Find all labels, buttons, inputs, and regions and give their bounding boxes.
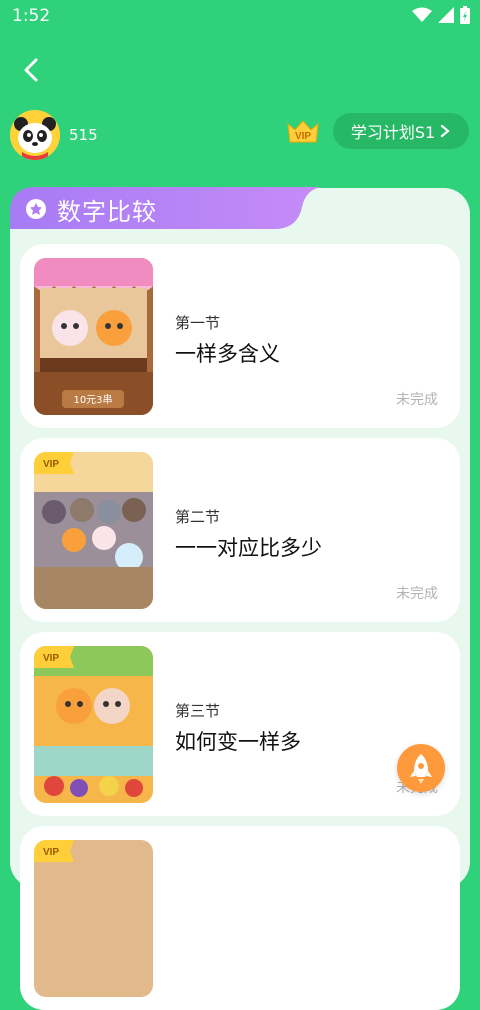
price-sign-text: 10元3串 <box>73 394 112 406</box>
lesson-thumbnail-1: 10元3串 <box>34 258 153 415</box>
lesson-card-3[interactable]: VIP 第三节 如何变一样多 未完成 <box>20 632 460 816</box>
lesson-card-4[interactable]: VIP <box>20 826 460 1010</box>
lesson-thumbnail-3: VIP <box>34 646 153 803</box>
badge-icon <box>26 199 46 219</box>
lesson-section: 第一节 <box>175 314 221 332</box>
lesson-card-2[interactable]: VIP 第二节 一一对应比多少 未完成 <box>20 438 460 622</box>
signal-icon <box>438 7 454 23</box>
vip-crown-icon[interactable]: VIP <box>286 118 320 146</box>
vip-tag-icon: VIP <box>34 840 74 862</box>
status-bar: 1:52 <box>0 0 480 32</box>
lesson-status: 未完成 <box>396 586 438 602</box>
score-value: 515 <box>69 126 98 144</box>
chevron-right-icon <box>441 124 450 138</box>
battery-icon <box>460 6 470 24</box>
vip-tag-icon: VIP <box>34 452 74 474</box>
lesson-section: 第二节 <box>175 508 221 526</box>
vip-tag-label: VIP <box>43 459 59 470</box>
lesson-title: 一样多含义 <box>175 342 280 366</box>
back-arrow-icon[interactable] <box>18 56 46 84</box>
lesson-section: 第三节 <box>175 702 221 720</box>
status-icons <box>412 6 470 24</box>
wifi-icon <box>412 7 432 22</box>
vip-tag-icon: VIP <box>34 646 74 668</box>
panda-avatar-icon <box>10 110 60 160</box>
vip-tag-label: VIP <box>43 653 59 664</box>
lesson-title: 如何变一样多 <box>175 730 301 754</box>
lesson-card-1[interactable]: 10元3串 第一节 一样多含义 未完成 <box>20 244 460 428</box>
rocket-icon <box>410 754 432 784</box>
lesson-title: 一一对应比多少 <box>175 536 322 560</box>
panel-title: 数字比较 <box>57 198 157 226</box>
avatar[interactable] <box>10 110 60 160</box>
lesson-thumbnail-4: VIP <box>34 840 153 997</box>
vip-crown-label: VIP <box>295 131 311 142</box>
rocket-float-button[interactable] <box>397 744 445 792</box>
study-plan-button[interactable]: 学习计划S1 <box>333 113 469 149</box>
lesson-status: 未完成 <box>396 392 438 408</box>
study-plan-label: 学习计划S1 <box>350 123 436 142</box>
status-time: 1:52 <box>12 6 51 26</box>
lesson-thumbnail-2: VIP <box>34 452 153 609</box>
